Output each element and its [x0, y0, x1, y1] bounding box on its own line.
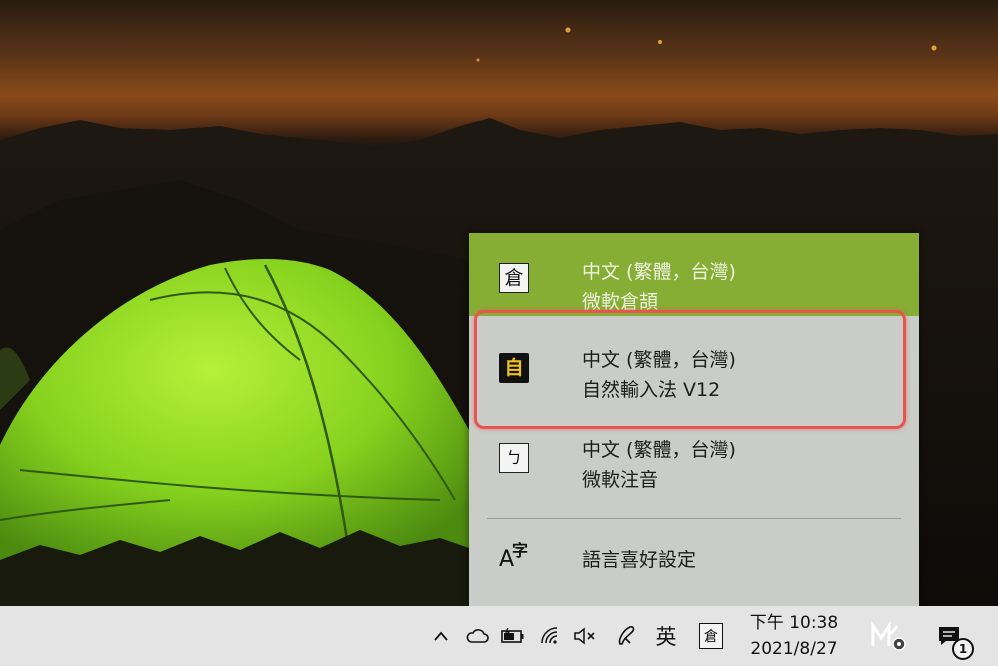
language-preferences-label: 語言喜好設定 [582, 549, 697, 571]
chevron-up-icon [434, 631, 448, 641]
ime-indicator-button[interactable]: 倉 [696, 606, 726, 666]
battery-button[interactable] [498, 606, 528, 666]
onedrive-button[interactable] [462, 606, 492, 666]
notification-count-badge: 1 [952, 638, 974, 660]
onedrive-cloud-icon [466, 629, 489, 643]
ime-item-text: 中文 (繁體，台灣) 微軟倉頡 [582, 257, 736, 317]
network-button[interactable] [536, 606, 564, 666]
clock-date: 2021/8/27 [750, 639, 838, 659]
meet-now-button[interactable] [862, 606, 912, 666]
ime-language-label: 中文 (繁體，台灣) [582, 439, 736, 461]
pen-workspace-button[interactable] [612, 606, 640, 666]
clock-time: 下午 10:38 [749, 613, 839, 633]
pen-icon [618, 626, 635, 645]
language-preferences-link[interactable]: A 字 語言喜好設定 [469, 523, 919, 583]
volume-muted-icon [574, 627, 595, 645]
ime-item-cangjie[interactable]: 倉 中文 (繁體，台灣) 微軟倉頡 [469, 233, 919, 316]
cangjie-icon: 倉 [499, 263, 529, 293]
clock[interactable]: 下午 10:38 2021/8/27 [742, 610, 846, 666]
input-mode-indicator[interactable]: 英 [648, 606, 684, 666]
highlight-annotation-box [474, 310, 906, 429]
action-center-button[interactable]: 1 [926, 606, 974, 666]
cangjie-indicator-icon: 倉 [699, 623, 723, 649]
show-hidden-icons-button[interactable] [428, 606, 454, 666]
flyout-separator [487, 518, 901, 519]
bopomofo-icon: ㄅ [499, 443, 529, 473]
ime-item-text: 中文 (繁體，台灣) 微軟注音 [582, 435, 736, 495]
volume-button[interactable] [570, 606, 600, 666]
ime-name-label: 微軟注音 [582, 469, 659, 491]
ime-language-label: 中文 (繁體，台灣) [582, 261, 736, 283]
meet-now-icon [871, 621, 906, 651]
wifi-icon [541, 627, 558, 644]
battery-icon [501, 628, 524, 643]
language-settings-icon: A 字 [499, 541, 529, 572]
taskbar: 英 倉 下午 10:38 2021/8/27 1 [0, 606, 998, 666]
